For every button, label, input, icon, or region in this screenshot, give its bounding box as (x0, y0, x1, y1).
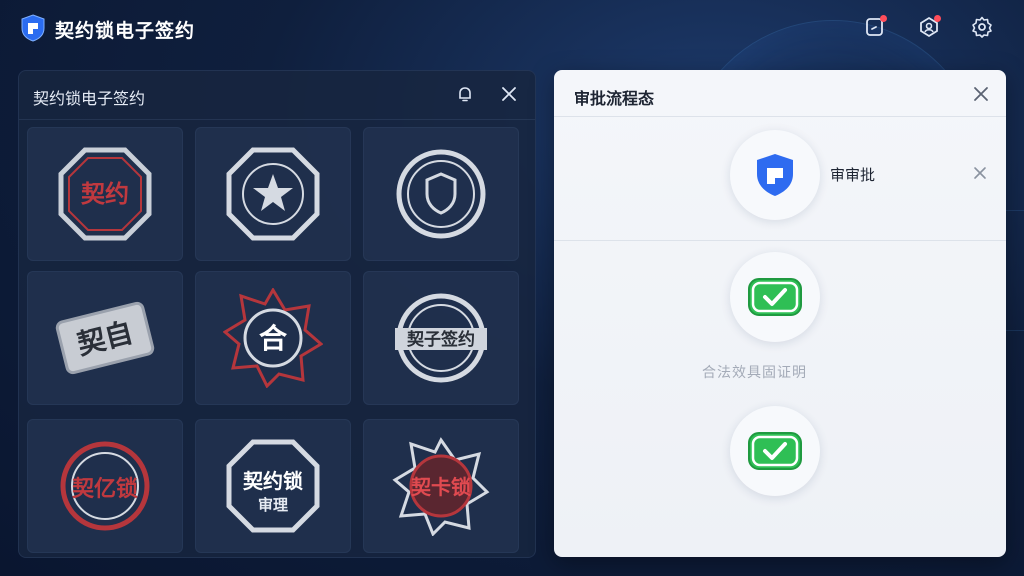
seal-stamp-icon: 契亿锁 (60, 441, 150, 531)
shield-icon (757, 154, 793, 196)
seal-stamp-icon: 契约 (58, 147, 152, 241)
check-icon (748, 278, 802, 316)
seal-library-panel: 契约锁电子签约 契约 契自 合 契子签约 契亿锁 契约锁 审理 契卡锁 (18, 70, 536, 558)
panel-title: 审批流程态 (574, 89, 655, 108)
check-icon (748, 432, 802, 470)
bell-icon[interactable] (455, 84, 475, 104)
approval-flow-panel: 审批流程态 审审批 合法效具固证明 (554, 70, 1006, 557)
logo-icon (21, 14, 45, 42)
seal-card[interactable]: 契自 (27, 271, 183, 405)
seal-card[interactable] (363, 127, 519, 261)
panel-title: 契约锁电子签约 (33, 89, 146, 108)
seal-stamp-icon: 契子签约 (395, 293, 487, 383)
seal-stamp-icon: 契卡锁 (392, 437, 490, 536)
seal-text: 合 (259, 322, 288, 355)
close-icon[interactable] (499, 84, 519, 104)
seal-stamp-icon (226, 147, 320, 241)
close-icon[interactable] (973, 166, 987, 180)
step-shield[interactable] (730, 130, 820, 220)
seal-stamp-icon (396, 149, 486, 239)
seal-card[interactable]: 契约 (27, 127, 183, 261)
top-bar: 契约锁电子签约 (0, 0, 1024, 56)
seal-stamp-icon: 合 (223, 288, 323, 388)
seal-text: 契约锁 (242, 469, 303, 493)
app-title: 契约锁电子签约 (55, 20, 196, 42)
seal-card[interactable] (195, 127, 351, 261)
seal-text: 契子签约 (406, 329, 475, 350)
seal-text: 契卡锁 (410, 475, 471, 499)
close-icon[interactable] (972, 85, 990, 103)
step-approved[interactable] (730, 252, 820, 342)
seal-card[interactable]: 契亿锁 (27, 419, 183, 553)
seal-card[interactable]: 契约锁 审理 (195, 419, 351, 553)
seal-grid: 契约 契自 合 契子签约 契亿锁 契约锁 审理 契卡锁 (27, 127, 527, 553)
seal-subtext: 审理 (258, 496, 288, 514)
team-badge (934, 15, 941, 22)
step-label: 审审批 (830, 166, 876, 184)
divider (554, 240, 1006, 241)
seal-stamp-icon: 契自 (55, 301, 155, 375)
divider (554, 116, 1006, 117)
notification-badge (880, 15, 887, 22)
seal-card[interactable]: 合 (195, 271, 351, 405)
step-approved[interactable] (730, 406, 820, 496)
seal-card[interactable]: 契子签约 (363, 271, 519, 405)
settings-icon[interactable] (970, 15, 994, 39)
seal-card[interactable]: 契卡锁 (363, 419, 519, 553)
seal-text: 契约 (81, 180, 129, 208)
seal-stamp-icon: 契约锁 审理 (226, 439, 320, 533)
panel-header: 契约锁电子签约 (19, 71, 535, 120)
seal-text: 契亿锁 (71, 476, 138, 502)
faint-caption: 合法效具固证明 (702, 365, 807, 381)
